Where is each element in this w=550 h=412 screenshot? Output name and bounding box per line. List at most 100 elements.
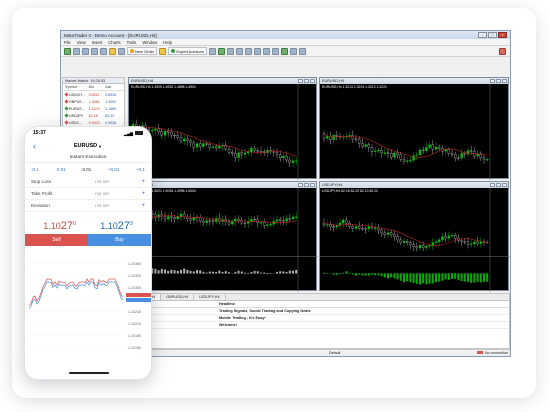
expert-advisors-button[interactable]: Expert Advisors — [168, 47, 208, 55]
chart-shift-icon[interactable] — [272, 47, 280, 55]
zoom-out-icon[interactable] — [245, 47, 253, 55]
terminal-icon[interactable] — [109, 47, 116, 55]
periods-icon[interactable] — [290, 47, 298, 55]
close-icon[interactable] — [310, 183, 315, 187]
chart-window-2[interactable]: EURUSD,H4 EURUSD,H4 1.3213 1.3224 1.3213… — [319, 77, 510, 180]
symbol-name: GBPUS... — [69, 99, 85, 104]
oscillator-bar — [460, 273, 463, 282]
stop-loss-field[interactable]: Stop Loss not set + — [25, 176, 151, 188]
execution-mode[interactable]: Instant Execution — [25, 153, 151, 163]
market-watch-row[interactable]: USDCH... 0.8911 0.8926 — [63, 91, 124, 98]
chart-window-1[interactable]: EURUSD,H4 EURUSD,H4 1.4925 1.4932 1.4898… — [128, 77, 318, 180]
maximize-icon[interactable] — [304, 183, 309, 187]
candle — [415, 246, 418, 249]
volume-value[interactable]: 0.01 — [82, 167, 91, 172]
indicators-icon[interactable] — [281, 47, 289, 55]
maximize-button[interactable]: □ — [488, 32, 497, 38]
minimize-icon[interactable] — [298, 79, 303, 83]
plus-icon[interactable]: + — [137, 191, 145, 197]
bid-value: 82.18 — [88, 113, 98, 118]
news-row[interactable]: Mobile Trading - It's Easy! — [129, 315, 509, 322]
candlestick-chart[interactable] — [320, 188, 510, 292]
plus-icon[interactable]: + — [137, 179, 145, 185]
news-row[interactable]: Trading Signals, Social Trading and Copy… — [129, 308, 509, 315]
menu-view[interactable]: View — [77, 40, 86, 45]
candle — [173, 134, 176, 137]
chart-tab-2[interactable]: GBPUSD,H4 — [161, 294, 195, 300]
market-watch-row[interactable]: EURUS... 1.1674 1.1680 — [63, 105, 124, 112]
profiles-icon[interactable] — [73, 47, 80, 55]
market-watch-icon[interactable] — [82, 47, 89, 55]
close-button[interactable]: × — [498, 32, 507, 38]
tester-icon[interactable] — [118, 47, 125, 55]
market-watch-row[interactable]: USDJPY 82.18 82.22 — [63, 112, 124, 119]
menu-file[interactable]: File — [64, 40, 71, 45]
candle — [215, 146, 218, 149]
minimize-button[interactable]: – — [478, 32, 487, 38]
maximize-icon[interactable] — [496, 79, 501, 83]
candle — [218, 145, 221, 149]
chart-window-4[interactable]: USDJPY,H4 USDJPY,H4 82.18 82.25 82.10 82… — [319, 181, 510, 292]
oscillator-bar — [234, 271, 237, 274]
order-symbol[interactable]: EURUSD — [74, 143, 97, 149]
back-icon[interactable]: ‹ — [33, 141, 36, 151]
menu-charts[interactable]: Charts — [108, 40, 120, 45]
chart-window-3[interactable]: GBPUSD,H4 GBPUSD,H4 1.5021 1.5034 1.4998… — [128, 181, 318, 292]
data-window-icon[interactable] — [91, 47, 98, 55]
close-icon[interactable] — [502, 79, 507, 83]
candle — [386, 152, 390, 154]
metaeditor-icon[interactable] — [159, 47, 167, 55]
minimize-icon[interactable] — [490, 79, 495, 83]
navigator-icon[interactable] — [100, 47, 107, 55]
line-chart-icon[interactable] — [227, 47, 235, 55]
ask-value: 1.3092 — [105, 99, 117, 104]
minimize-icon[interactable] — [298, 183, 303, 187]
new-chart-icon[interactable] — [64, 47, 71, 55]
bar-chart-icon[interactable] — [209, 47, 217, 55]
oscillator-bar — [189, 270, 192, 274]
menu-help[interactable]: Help — [163, 40, 172, 45]
menu-window[interactable]: Window — [142, 40, 157, 45]
phone-time: 15:37 — [33, 130, 46, 136]
volume-plus-small[interactable]: +0.01 — [108, 167, 119, 172]
chart-tab-3[interactable]: USDJPY,H4 — [194, 294, 226, 300]
market-watch-row[interactable]: USDC... 0.9023 0.9036 — [63, 119, 124, 126]
settings-icon[interactable] — [499, 47, 506, 55]
buy-button[interactable]: Buy — [88, 234, 151, 246]
news-row[interactable]: Welcome! — [129, 322, 509, 329]
oscillator-bar — [358, 273, 361, 275]
new-order-button[interactable]: New Order — [127, 47, 158, 55]
candle — [434, 241, 438, 243]
candle — [183, 138, 186, 142]
deviation-field[interactable]: Deviation not set + — [25, 200, 151, 212]
chevron-down-icon[interactable]: ▼ — [98, 144, 102, 149]
volume-minus-big[interactable]: -0.1 — [31, 167, 39, 172]
close-icon[interactable] — [502, 183, 507, 187]
menu-tools[interactable]: Tools — [127, 40, 137, 45]
zoom-in-icon[interactable] — [236, 47, 244, 55]
news-headline: Welcome! — [219, 323, 237, 327]
candlestick-chart[interactable] — [129, 84, 318, 180]
candle — [463, 153, 466, 155]
minimize-icon[interactable] — [490, 183, 495, 187]
maximize-icon[interactable] — [496, 183, 501, 187]
tick-chart[interactable]: 1.103601.103301.103001.102701.102401.102… — [25, 257, 152, 367]
plus-icon[interactable]: + — [137, 203, 145, 209]
oscillator-bar — [412, 273, 415, 284]
maximize-icon[interactable] — [304, 79, 309, 83]
take-profit-field[interactable]: Take Profit not set + — [25, 188, 151, 200]
volume-plus-big[interactable]: +0.1 — [136, 167, 145, 172]
close-icon[interactable] — [310, 79, 315, 83]
autoscroll-icon[interactable] — [263, 47, 271, 55]
candlestick-chart[interactable] — [129, 188, 318, 292]
menu-insert[interactable]: Insert — [92, 40, 102, 45]
candle-chart-icon[interactable] — [218, 47, 226, 55]
candle — [482, 157, 486, 160]
candle — [396, 152, 399, 156]
market-watch-row[interactable]: GBPUS... 1.3082 1.3092 — [63, 98, 124, 105]
volume-minus-small[interactable]: -0.01 — [55, 167, 65, 172]
tile-windows-icon[interactable] — [254, 47, 262, 55]
templates-icon[interactable] — [299, 47, 307, 55]
sell-button[interactable]: Sell — [25, 234, 88, 246]
candlestick-chart[interactable] — [320, 84, 510, 180]
